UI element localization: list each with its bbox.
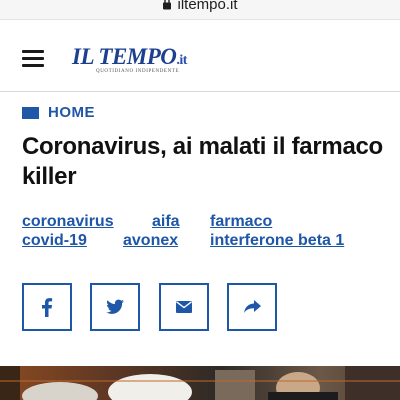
tag-link[interactable]: coronavirus <box>22 213 114 231</box>
site-logo[interactable]: IL TEMPO.it QUOTIDIANO INDIPENDENTE <box>72 44 202 78</box>
url-display[interactable]: iltempo.it <box>0 0 400 13</box>
logo-text: IL TEMPO.it <box>72 44 187 69</box>
email-share-button[interactable] <box>159 283 209 331</box>
site-header: IL TEMPO.it QUOTIDIANO INDIPENDENTE <box>0 20 400 92</box>
menu-icon[interactable] <box>22 50 44 68</box>
breadcrumb-home-link[interactable]: HOME <box>48 104 95 121</box>
share-button[interactable] <box>227 283 277 331</box>
tag-link[interactable]: farmaco <box>210 213 272 231</box>
tag-link[interactable]: avonex <box>123 232 178 250</box>
browser-url-bar[interactable]: iltempo.it <box>0 0 400 20</box>
logo-tagline: QUOTIDIANO INDIPENDENTE <box>96 69 180 74</box>
url-text: iltempo.it <box>177 0 238 13</box>
logo-suffix: .it <box>176 53 187 68</box>
twitter-share-button[interactable] <box>90 283 140 331</box>
twitter-icon <box>106 299 124 314</box>
facebook-share-button[interactable] <box>22 283 72 331</box>
article-headline: Coronavirus, ai malati il farmaco killer <box>22 133 383 190</box>
tag-link[interactable]: covid-19 <box>22 232 87 250</box>
lock-icon <box>163 0 172 10</box>
share-arrow-icon <box>244 300 261 313</box>
breadcrumb-marker <box>22 107 39 119</box>
tag-link[interactable]: aifa <box>152 213 180 231</box>
facebook-icon <box>42 298 53 317</box>
article-photo-image <box>0 366 400 400</box>
tag-link[interactable]: interferone beta 1 <box>210 232 344 250</box>
mail-icon <box>176 301 192 313</box>
article-photo <box>0 366 400 400</box>
